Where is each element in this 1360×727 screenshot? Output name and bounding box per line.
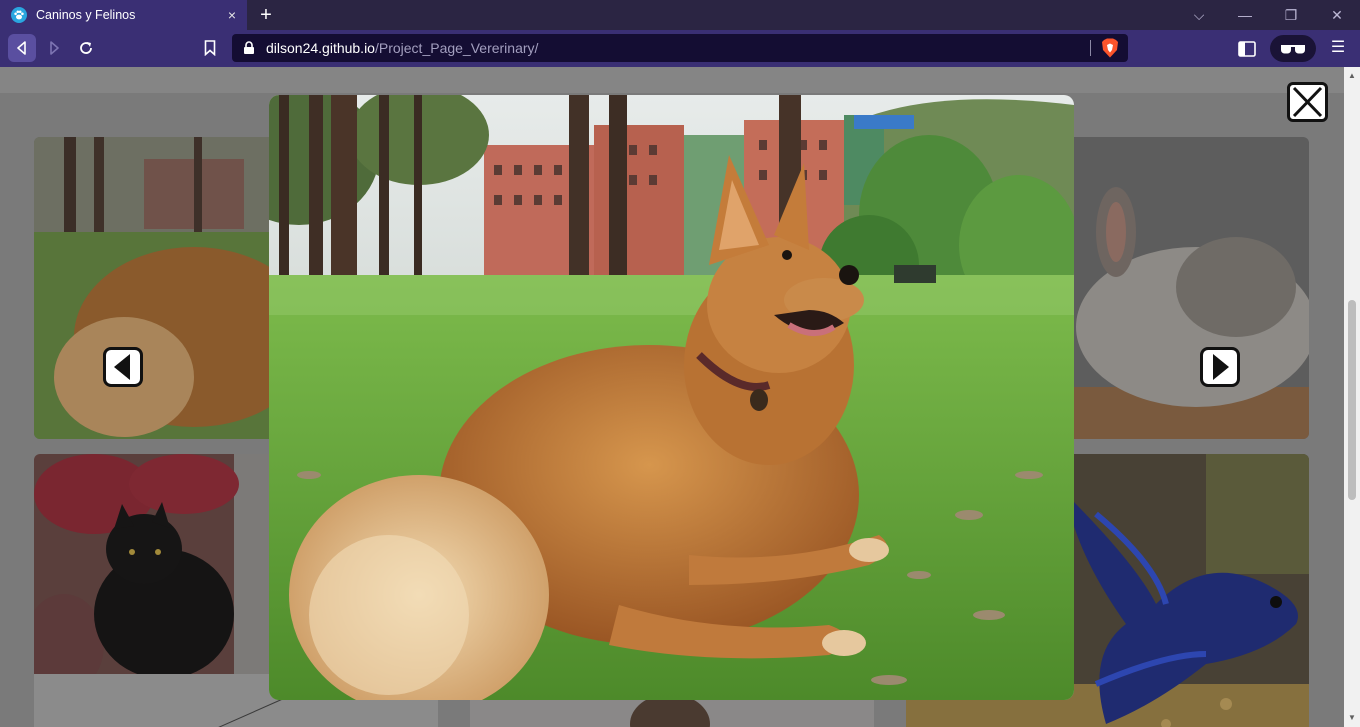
lightbox-next-button[interactable] (1200, 347, 1240, 387)
sidebar-toggle-icon[interactable] (1236, 38, 1258, 60)
arrow-right-icon (1213, 354, 1229, 380)
scroll-thumb[interactable] (1348, 300, 1356, 500)
lightbox-prev-button[interactable] (103, 347, 143, 387)
back-arrow-icon (17, 41, 26, 55)
tab-strip: Caninos y Felinos × + ⌵ — ❐ ✕ (0, 0, 1360, 30)
private-glasses-button[interactable] (1270, 35, 1316, 62)
address-bar[interactable]: dilson24.github.io/Project_Page_Vererina… (232, 34, 1128, 62)
page-scrollbar[interactable]: ▲ ▼ (1344, 67, 1360, 727)
tab-title: Caninos y Felinos (36, 8, 136, 22)
url-separator (1090, 40, 1091, 56)
window-close-button[interactable]: ✕ (1314, 0, 1360, 30)
reload-icon (80, 42, 92, 54)
forward-button[interactable] (40, 34, 68, 62)
back-button[interactable] (8, 34, 36, 62)
lock-icon (244, 41, 254, 54)
tab-search-dropdown-icon[interactable]: ⌵ (1176, 0, 1222, 30)
new-tab-button[interactable]: + (254, 3, 278, 27)
scroll-up-arrow-icon[interactable]: ▲ (1348, 71, 1356, 80)
page-header-band (0, 67, 1344, 93)
reload-button[interactable] (72, 34, 100, 62)
menu-button[interactable]: ☰ (1328, 38, 1348, 58)
navigation-toolbar: dilson24.github.io/Project_Page_Vererina… (0, 30, 1360, 67)
glasses-icon (1281, 45, 1305, 54)
scroll-down-arrow-icon[interactable]: ▼ (1348, 713, 1356, 722)
minimize-button[interactable]: — (1222, 0, 1268, 30)
close-x-icon (1292, 86, 1323, 118)
forward-arrow-icon (50, 41, 59, 55)
arrow-left-icon (114, 354, 130, 380)
lightbox-close-button[interactable] (1287, 82, 1328, 122)
url-text: dilson24.github.io/Project_Page_Vererina… (266, 40, 538, 56)
tab-close-icon[interactable]: × (222, 5, 242, 25)
lightbox-dog-photo (269, 95, 1074, 700)
bookmark-button[interactable] (196, 34, 224, 62)
url-path: /Project_Page_Vererinary/ (374, 40, 539, 56)
tab-caninos-y-felinos[interactable]: Caninos y Felinos × (0, 0, 247, 30)
paw-icon (11, 7, 27, 23)
restore-button[interactable]: ❐ (1268, 0, 1314, 30)
bookmark-icon (204, 40, 216, 56)
url-host: dilson24.github.io (266, 40, 375, 56)
brave-shields-icon[interactable] (1101, 38, 1119, 58)
lightbox-image (269, 95, 1074, 700)
